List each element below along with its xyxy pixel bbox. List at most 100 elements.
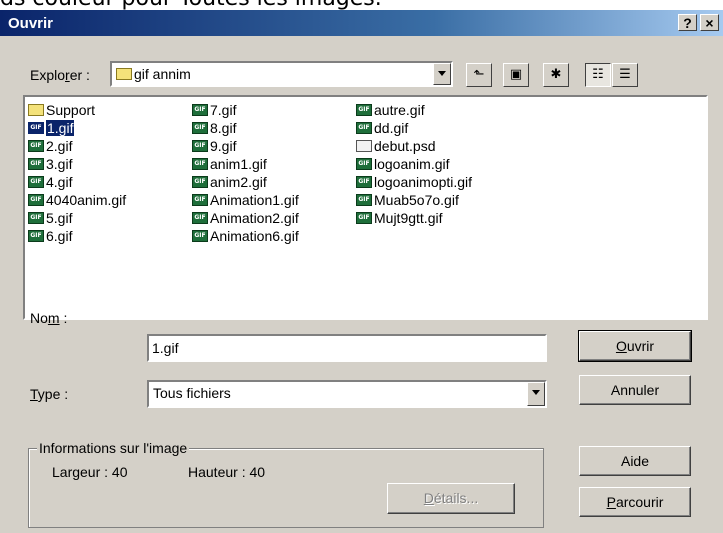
title-bar: Ouvrir ? × (0, 10, 723, 36)
folder-icon (116, 68, 132, 80)
explorer-label: Explorer : (30, 67, 90, 83)
desktop-icon: ▣ (509, 67, 523, 82)
list-item[interactable]: GIF 1.gif (28, 119, 126, 137)
file-name: debut.psd (374, 138, 436, 154)
file-name: logoanimopti.gif (374, 174, 473, 190)
file-name: 7.gif (210, 102, 237, 118)
file-name: 6.gif (46, 228, 73, 244)
list-item[interactable]: Support (28, 101, 126, 119)
file-column-1: Support GIF 1.gif GIF 2.gif GIF 3.gif GIF 4.… (28, 101, 126, 245)
gif-icon: GIF (28, 194, 44, 206)
list-item[interactable]: GIF logoanimopti.gif (356, 173, 472, 191)
file-name: Animation2.gif (210, 210, 299, 226)
details-view-button[interactable]: ☰ (612, 63, 638, 87)
gif-icon: GIF (192, 176, 208, 188)
location-value: gif annim (134, 66, 191, 82)
file-name: logoanim.gif (374, 156, 450, 172)
open-dialog: Ouvrir ? × Explorer : gif annim ⬑ ▣ ✱ ☷ … (0, 10, 723, 533)
gif-icon: GIF (356, 212, 372, 224)
file-name: 9.gif (210, 138, 237, 154)
list-item[interactable]: GIF 6.gif (28, 227, 126, 245)
list-item[interactable]: GIF Animation2.gif (192, 209, 299, 227)
list-item[interactable]: GIF 7.gif (192, 101, 299, 119)
gif-icon: GIF (192, 104, 208, 116)
filename-value: 1.gif (152, 340, 179, 356)
file-type-value: Tous fichiers (153, 385, 231, 401)
file-name: 8.gif (210, 120, 237, 136)
new-folder-icon: ✱ (550, 67, 562, 82)
gif-icon: GIF (192, 158, 208, 170)
list-item[interactable]: GIF 5.gif (28, 209, 126, 227)
folder-icon (28, 104, 44, 116)
list-view-icon: ☷ (592, 67, 604, 82)
file-list[interactable]: Support GIF 1.gif GIF 2.gif GIF 3.gif GIF 4.… (23, 95, 708, 320)
image-info-group: Informations sur l'image Largeur : 40 Ha… (28, 440, 544, 528)
background-caption: ds couleur pour Toutes les images. (0, 0, 723, 10)
caption-text: ds couleur pour Toutes les images. (0, 0, 382, 10)
list-item[interactable]: GIF anim2.gif (192, 173, 299, 191)
file-type-dropdown[interactable]: Tous fichiers (147, 380, 547, 408)
chevron-down-icon[interactable] (433, 63, 451, 85)
file-name: 2.gif (46, 138, 73, 154)
open-button[interactable]: Ouvrir (578, 330, 692, 362)
file-name: Animation1.gif (210, 192, 299, 208)
list-item[interactable]: GIF Mujt9gtt.gif (356, 209, 472, 227)
image-info-title: Informations sur l'image (37, 440, 190, 456)
file-name: Animation6.gif (210, 228, 299, 244)
type-label: Type : (30, 386, 69, 402)
image-height: Hauteur : 40 (188, 464, 266, 480)
gif-icon: GIF (356, 158, 372, 170)
name-label: Nom : (30, 310, 68, 326)
image-width: Largeur : 40 (52, 464, 128, 480)
list-item[interactable]: GIF Animation1.gif (192, 191, 299, 209)
gif-icon: GIF (356, 176, 372, 188)
list-item[interactable]: GIF 9.gif (192, 137, 299, 155)
list-item[interactable]: GIF 2.gif (28, 137, 126, 155)
list-item[interactable]: GIF Muab5o7o.gif (356, 191, 472, 209)
list-item[interactable]: GIF anim1.gif (192, 155, 299, 173)
gif-icon: GIF (192, 122, 208, 134)
list-item[interactable]: GIF logoanim.gif (356, 155, 472, 173)
details-button[interactable]: Détails... (387, 483, 515, 514)
details-view-icon: ☰ (619, 67, 631, 82)
cancel-button[interactable]: Annuler (579, 375, 691, 405)
list-item[interactable]: GIF 4040anim.gif (28, 191, 126, 209)
gif-icon: GIF (28, 122, 44, 134)
list-item[interactable]: GIF 8.gif (192, 119, 299, 137)
window-title: Ouvrir (8, 15, 54, 32)
list-item[interactable]: GIF 4.gif (28, 173, 126, 191)
list-item[interactable]: debut.psd (356, 137, 472, 155)
browse-button[interactable]: Parcourir (579, 487, 691, 517)
file-name: autre.gif (374, 102, 425, 118)
close-button[interactable]: × (700, 14, 719, 31)
chevron-down-icon[interactable] (527, 382, 545, 406)
up-folder-button[interactable]: ⬑ (466, 63, 492, 87)
gif-icon: GIF (356, 194, 372, 206)
list-view-button[interactable]: ☷ (585, 63, 611, 87)
file-name: 4040anim.gif (46, 192, 127, 208)
gif-icon: GIF (356, 122, 372, 134)
gif-icon: GIF (192, 212, 208, 224)
desktop-button[interactable]: ▣ (503, 63, 529, 87)
psd-file-icon (356, 140, 372, 152)
new-folder-button[interactable]: ✱ (543, 63, 569, 87)
gif-icon: GIF (28, 140, 44, 152)
help-dialog-button[interactable]: Aide (579, 446, 691, 476)
file-name: Mujt9gtt.gif (374, 210, 443, 226)
file-name: Support (46, 102, 96, 118)
list-item[interactable]: GIF dd.gif (356, 119, 472, 137)
list-item[interactable]: GIF 3.gif (28, 155, 126, 173)
file-column-3: GIF autre.gif GIF dd.gif debut.psd GIF logo… (356, 101, 472, 227)
gif-icon: GIF (28, 176, 44, 188)
gif-icon: GIF (356, 104, 372, 116)
help-button[interactable]: ? (678, 14, 697, 31)
gif-icon: GIF (28, 158, 44, 170)
file-name: anim1.gif (210, 156, 267, 172)
file-name: 1.gif (46, 120, 75, 136)
file-name: 5.gif (46, 210, 73, 226)
list-item[interactable]: GIF Animation6.gif (192, 227, 299, 245)
up-folder-icon: ⬑ (473, 67, 485, 82)
filename-input[interactable]: 1.gif (147, 334, 547, 362)
location-dropdown[interactable]: gif annim (110, 61, 453, 87)
list-item[interactable]: GIF autre.gif (356, 101, 472, 119)
